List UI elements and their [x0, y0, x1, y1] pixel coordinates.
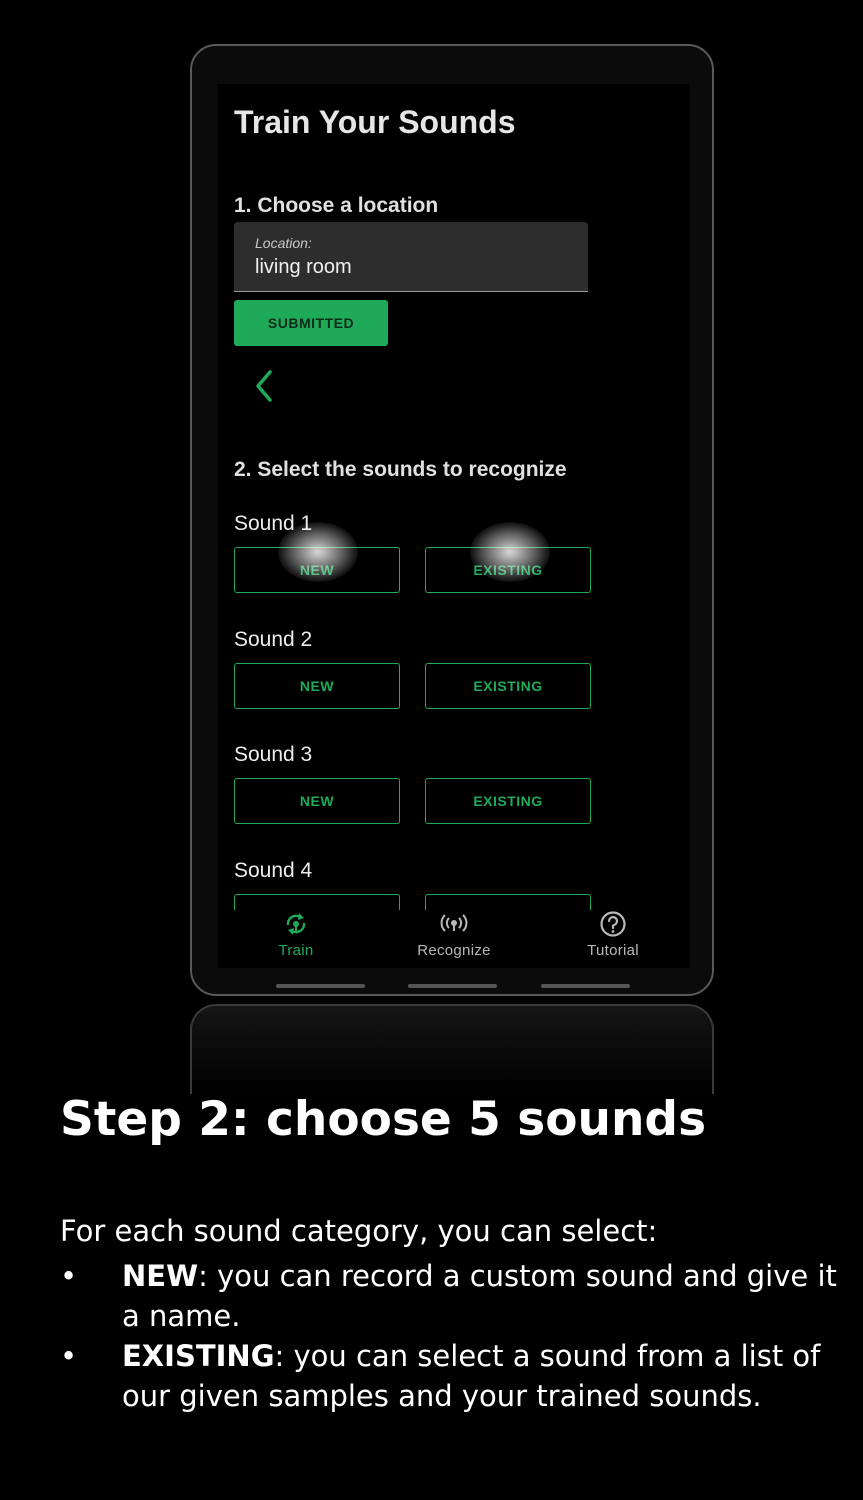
location-field[interactable]: Location: living room	[234, 222, 588, 292]
sound-4-existing-button[interactable]	[425, 894, 591, 910]
help-circle-icon	[600, 911, 626, 937]
submit-button[interactable]: SUBMITTED	[234, 300, 388, 346]
location-field-value[interactable]: living room	[255, 256, 352, 279]
sound-2-label: Sound 2	[234, 628, 313, 651]
sounds-section-title: 2. Select the sounds to recognize	[234, 458, 567, 481]
gesture-bar	[408, 984, 497, 988]
nav-tab-train[interactable]: Train	[236, 910, 356, 960]
train-icon	[286, 913, 306, 935]
sound-1-new-button[interactable]: NEW	[234, 547, 400, 593]
list-item: • NEW: you can record a custom sound and…	[60, 1256, 860, 1336]
sound-3-new-button[interactable]: NEW	[234, 778, 400, 824]
sound-1-existing-button[interactable]: EXISTING	[425, 547, 591, 593]
bottom-navigation: Train Recognize Tutorial	[218, 910, 690, 968]
sound-3-label: Sound 3	[234, 743, 313, 766]
option-term: EXISTING	[122, 1339, 275, 1373]
scroll-clip	[218, 892, 690, 910]
recognize-icon	[440, 914, 468, 932]
nav-tab-tutorial-label: Tutorial	[587, 942, 639, 959]
caption-intro: For each sound category, you can select:	[60, 1214, 658, 1248]
sound-4-label: Sound 4	[234, 859, 313, 882]
sound-1-label: Sound 1	[234, 512, 313, 535]
nav-tab-recognize-label: Recognize	[417, 942, 491, 959]
sound-4-new-button[interactable]	[234, 894, 400, 910]
sound-2-new-button[interactable]: NEW	[234, 663, 400, 709]
nav-tab-tutorial[interactable]: Tutorial	[553, 910, 673, 960]
page-title: Train Your Sounds	[234, 104, 516, 140]
nav-tab-recognize[interactable]: Recognize	[394, 910, 514, 960]
gesture-bar	[541, 984, 630, 988]
option-description: : you can record a custom sound and give…	[122, 1259, 837, 1333]
option-list: • NEW: you can record a custom sound and…	[60, 1256, 860, 1416]
app-screen: Train Your Sounds 1. Choose a location L…	[218, 84, 690, 968]
phone-frame: Train Your Sounds 1. Choose a location L…	[190, 44, 714, 996]
location-section-title: 1. Choose a location	[234, 194, 439, 217]
sound-2-existing-button[interactable]: EXISTING	[425, 663, 591, 709]
phone-reflection	[190, 1004, 714, 1094]
location-field-label: Location:	[255, 235, 312, 251]
step-title: Step 2: choose 5 sounds	[60, 1092, 707, 1147]
nav-tab-train-label: Train	[278, 942, 314, 959]
list-item: • EXISTING: you can select a sound from …	[60, 1336, 860, 1416]
gesture-bar	[276, 984, 365, 988]
option-term: NEW	[122, 1259, 199, 1293]
sound-3-existing-button[interactable]: EXISTING	[425, 778, 591, 824]
back-chevron-icon[interactable]	[250, 366, 278, 406]
bullet-marker: •	[60, 1259, 78, 1293]
bullet-marker: •	[60, 1339, 78, 1373]
